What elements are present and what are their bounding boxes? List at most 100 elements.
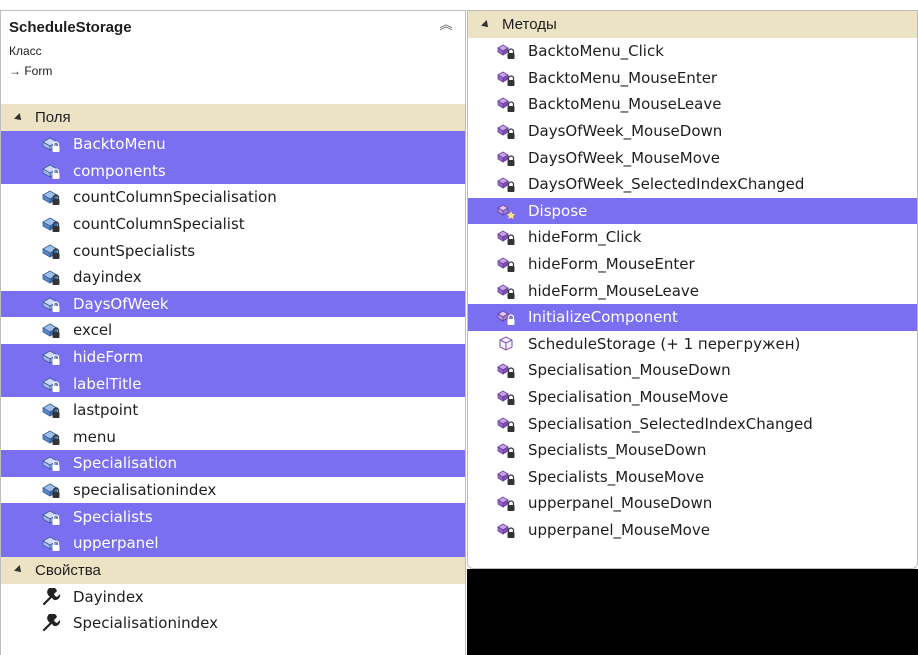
list-item[interactable]: Specialisation_MouseDown [468,357,917,384]
base-class: → Form [9,64,53,78]
list-item[interactable]: hideForm_MouseLeave [468,277,917,304]
list-item[interactable]: Specialisation [1,450,465,477]
list-item[interactable]: hideForm_MouseEnter [468,251,917,278]
expand-arrow-icon [481,19,491,30]
fields-section-header[interactable]: Поля [1,104,465,131]
field-private-icon [42,456,60,472]
properties-section-header[interactable]: Свойства [1,556,465,584]
list-item-label: Specialisation [73,454,177,473]
methods-section-header[interactable]: Методы [468,11,917,38]
list-item[interactable]: components [1,157,465,185]
expand-arrow-icon [14,112,24,123]
list-item-label: Dispose [528,201,588,220]
list-item[interactable]: upperpanel [1,529,465,557]
method-private-icon [497,523,515,538]
list-item[interactable]: ScheduleStorage (+ 1 перегружен) [468,331,917,358]
class-kind: Класс [9,44,42,58]
properties-section-label: Свойства [35,561,101,579]
list-item-label: BacktoMenu_Click [528,42,664,61]
list-item[interactable]: countColumnSpecialisation [1,184,465,211]
method-protected-icon [497,204,516,219]
list-item[interactable]: BacktoMenu [1,131,465,158]
empty-background [467,569,918,655]
wrench-property-icon [42,614,61,632]
method-private-icon [497,177,515,193]
list-item-label: dayindex [73,268,142,287]
field-private-icon [42,191,60,206]
field-private-icon [42,536,60,552]
list-item-label: InitializeComponent [528,308,678,327]
list-item[interactable]: DaysOfWeek [1,290,465,318]
list-item-label: ScheduleStorage (+ 1 перегружен) [528,334,801,353]
method-private-icon [497,470,515,485]
list-item[interactable]: Dispose [468,197,917,225]
list-item[interactable]: InitializeComponent [468,303,917,331]
constructor-icon [499,336,513,351]
list-item[interactable]: DaysOfWeek_SelectedIndexChanged [468,171,917,198]
method-private-icon [497,390,515,406]
list-item-label: countSpecialists [73,241,196,260]
list-item[interactable]: BacktoMenu_Click [468,38,917,65]
list-item[interactable]: DaysOfWeek_MouseMove [468,144,917,171]
method-private-icon [497,151,515,166]
field-private-icon [42,403,60,419]
expand-arrow-icon [14,565,24,575]
list-item[interactable]: hideForm [1,343,465,371]
list-item[interactable]: excel [1,317,465,344]
method-private-icon [497,44,515,60]
list-item-label: labelTitle [73,374,142,393]
list-item-label: DaysOfWeek [73,294,169,313]
class-header: ScheduleStorage Класс → Form ︽ [1,11,465,104]
wrench-property-icon [42,587,61,605]
list-item[interactable]: upperpanel_MouseDown [468,490,917,517]
list-item[interactable]: menu [1,424,465,451]
class-details-panel: ScheduleStorage Класс → Form ︽ Поля Back… [0,10,466,655]
field-private-icon [42,350,60,366]
list-item-label: countColumnSpecialist [73,215,245,234]
list-item-label: DaysOfWeek_SelectedIndexChanged [528,175,805,194]
list-item[interactable]: DaysOfWeek_MouseDown [468,118,917,145]
collapse-icon[interactable]: ︽ [437,17,455,35]
list-item[interactable]: countColumnSpecialist [1,211,465,238]
method-private-icon [497,98,515,113]
field-private-icon [42,377,60,392]
list-item[interactable]: lastpoint [1,397,465,424]
list-item-label: BacktoMenu_MouseEnter [528,68,718,87]
fields-list: BacktoMenu components countColumnSpecialis… [1,131,465,557]
list-item[interactable]: specialisationindex [1,477,465,504]
methods-list: BacktoMenu_Click BacktoMenu_MouseEnter Bac… [468,38,917,543]
methods-section-label: Методы [502,16,557,33]
list-item[interactable]: Specialists_MouseDown [468,437,917,464]
class-title: ScheduleStorage [9,19,132,36]
list-item-label: upperpanel_MouseMove [528,520,710,539]
list-item-label: Specialisation_MouseDown [528,361,731,380]
list-item[interactable]: dayindex [1,264,465,291]
list-item-label: BacktoMenu_MouseLeave [528,95,722,114]
list-item[interactable]: labelTitle [1,370,465,397]
list-item[interactable]: Specialisation_MouseMove [468,384,917,411]
list-item-label: menu [73,427,116,446]
list-item-label: BacktoMenu [73,135,166,154]
method-private-icon [497,71,515,86]
list-item[interactable]: Specialisationindex [1,610,465,637]
list-item[interactable]: upperpanel_MouseMove [468,517,917,544]
list-item-label: upperpanel [73,534,159,553]
list-item[interactable]: BacktoMenu_MouseLeave [468,91,917,118]
list-item-label: Specialisation_MouseMove [528,388,729,407]
list-item[interactable]: BacktoMenu_MouseEnter [468,65,917,92]
list-item[interactable]: Specialisation_SelectedIndexChanged [468,410,917,437]
field-private-icon [42,297,60,312]
list-item[interactable]: Dayindex [1,584,465,611]
method-private-icon [497,417,515,432]
list-item-label: hideForm_MouseLeave [528,281,699,300]
list-item-label: specialisationindex [73,481,217,500]
list-item[interactable]: Specialists [1,503,465,530]
list-item-label: lastpoint [73,401,139,420]
list-item[interactable]: countSpecialists [1,237,465,264]
method-private-icon [497,443,515,459]
list-item-label: components [73,161,166,180]
list-item-label: Dayindex [73,587,144,606]
field-private-icon [42,430,60,445]
list-item[interactable]: hideForm_Click [468,224,917,251]
list-item[interactable]: Specialists_MouseMove [468,464,917,491]
